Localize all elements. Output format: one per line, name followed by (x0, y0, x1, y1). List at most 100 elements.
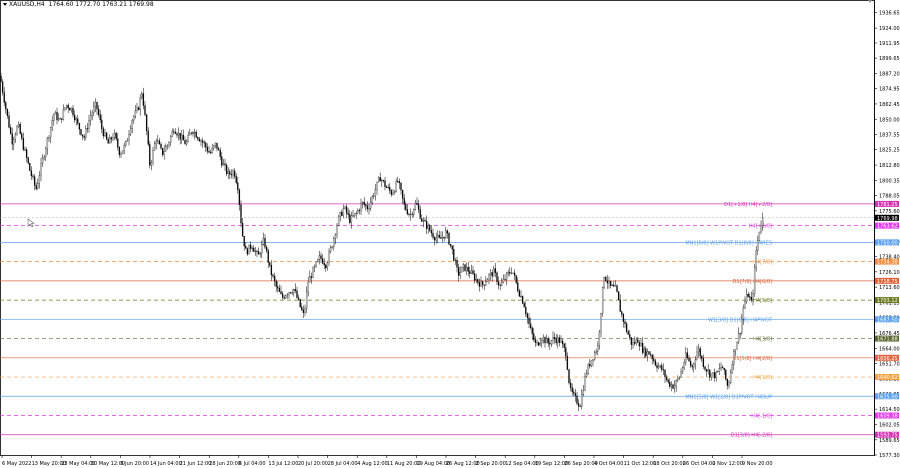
candle-body (267, 250, 269, 263)
candle-body (198, 138, 201, 142)
candle-body (656, 365, 658, 369)
level-label: D1[+1/8] H4[+2/8] (724, 202, 772, 208)
candle-body (312, 267, 314, 278)
candle-body (709, 369, 711, 378)
price-chart[interactable]: 1936.65 1924.00 1911.95 1899.65 1887.20 1874.… (0, 0, 900, 468)
candle-body (531, 327, 533, 334)
candle-body (478, 282, 481, 287)
candle-body (387, 187, 389, 189)
level-label: D1[5/8] H4[2/8] (733, 356, 773, 362)
candle-body (616, 285, 618, 292)
candle-body (155, 140, 157, 144)
candle-body (515, 275, 517, 283)
candle-body (96, 101, 98, 110)
candle-body (235, 176, 237, 183)
candle-body (686, 352, 689, 359)
x-tick-label: 28 Jun 20:00 (209, 461, 241, 467)
candle-body (125, 141, 127, 146)
candle-body (376, 181, 378, 190)
candle-body (168, 142, 170, 146)
candle-body (707, 369, 709, 372)
candle-body (280, 291, 282, 294)
candle-body (382, 180, 385, 182)
candle-body (185, 141, 188, 145)
candle-body (432, 232, 434, 238)
candle-body (728, 382, 730, 386)
candle-body (611, 285, 613, 287)
candle-body (757, 240, 759, 251)
candle-body (579, 405, 581, 407)
candle-body (97, 108, 100, 115)
y-tick-label: 1614.50 (879, 407, 900, 413)
candle-body (251, 247, 253, 249)
candle-body (745, 294, 748, 302)
candle-body (489, 272, 492, 275)
candle-body (197, 137, 199, 140)
candle-body (81, 134, 84, 137)
candle-body (411, 213, 413, 215)
candle-body (131, 119, 133, 129)
candle-body (120, 153, 122, 155)
candle-body (93, 106, 95, 114)
candle-body (363, 201, 365, 205)
candle-body (341, 212, 343, 216)
x-tick-label: 6 May 2022 (2, 461, 31, 467)
candle-body (246, 248, 249, 255)
candle-body (640, 342, 642, 347)
candle-body (595, 351, 597, 353)
candle-body (715, 371, 717, 379)
candle-body (744, 301, 746, 309)
candle-body (214, 142, 217, 146)
candle-body (147, 130, 149, 145)
candle-body (177, 133, 180, 136)
candle-body (317, 259, 319, 263)
candle-body (270, 265, 273, 276)
candle-body (737, 333, 740, 343)
candle-body (685, 352, 687, 363)
candle-body (19, 124, 21, 134)
candle-body (45, 148, 47, 157)
candle-body (64, 107, 66, 110)
candle-body (648, 351, 650, 355)
candle-body (41, 157, 44, 164)
candle-body (733, 351, 735, 365)
candle-body (141, 93, 143, 98)
candle-body (307, 281, 309, 293)
candle-body (73, 114, 76, 121)
candle-body (24, 149, 26, 151)
candle-body (753, 267, 756, 294)
candle-body (345, 206, 348, 214)
candle-body (536, 342, 538, 344)
candle-body (152, 149, 154, 163)
level-price-text: 1609.38 (877, 414, 898, 420)
candle-body (57, 118, 60, 121)
candle-body (326, 262, 329, 269)
candle-body (683, 362, 685, 368)
candle-body (37, 183, 39, 190)
candle-body (485, 281, 487, 286)
candle-body (510, 272, 513, 274)
candle-body (176, 133, 178, 136)
x-tick-label: 11 Oct 12:00 (624, 461, 657, 467)
candle-body (441, 236, 444, 239)
candle-body (461, 266, 463, 273)
candle-body (393, 191, 396, 194)
level-label: H4[3/8] (753, 337, 772, 343)
candle-body (182, 134, 185, 141)
candle-body (505, 272, 508, 280)
level-price-text: 1593.75 (877, 433, 898, 439)
candle-body (358, 210, 361, 211)
candle-body (217, 148, 220, 151)
x-tick-label: 2 Nov 12:00 (712, 461, 743, 467)
candle-body (654, 360, 657, 366)
candle-body (713, 372, 716, 379)
candle-body (264, 238, 266, 248)
candle-body (661, 365, 663, 370)
candle-body (672, 384, 674, 389)
candle-body (627, 331, 629, 335)
candle-body (637, 339, 639, 343)
candle-body (646, 351, 649, 357)
candle-body (325, 264, 327, 269)
candle-body (750, 296, 753, 300)
candle-body (725, 369, 727, 380)
